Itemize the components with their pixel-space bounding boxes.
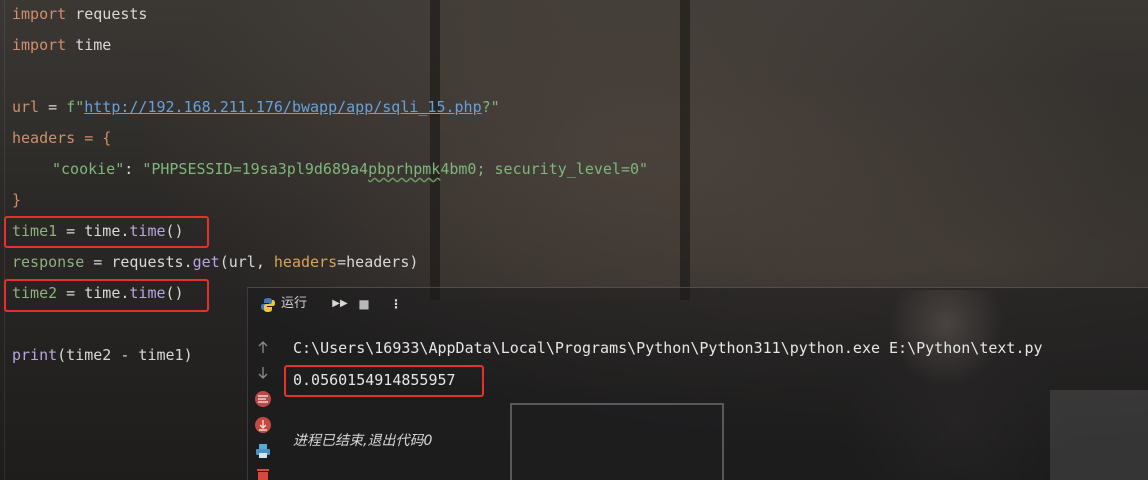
variable: url (12, 98, 40, 116)
python-icon (260, 297, 276, 313)
variable: response (12, 253, 85, 271)
keyword: import (12, 5, 67, 23)
background-window (430, 0, 690, 300)
run-side-toolbar (248, 324, 278, 480)
delete-icon[interactable] (254, 467, 272, 480)
code-text: = { (75, 129, 112, 147)
code-text: : (124, 160, 143, 178)
highlight-output (284, 365, 484, 397)
console-command-line: C:\Users\16933\AppData\Local\Programs\Py… (293, 339, 1043, 357)
background-monitor (510, 403, 724, 480)
run-tab-label[interactable]: 运行 (281, 294, 307, 314)
code-line-5[interactable]: headers = { (12, 126, 111, 150)
code-text: - time1) (120, 346, 193, 364)
code-text: requests (66, 5, 148, 23)
code-line-9[interactable]: response = requests.get(url, headers=hea… (12, 250, 418, 274)
code-line-12[interactable]: print(time2 - time1) (12, 343, 193, 367)
string: ?" (481, 98, 500, 116)
code-text: } (12, 191, 22, 209)
stop-icon[interactable]: ■ (356, 296, 372, 312)
parameter: headers (273, 253, 338, 271)
code-text: = (39, 98, 67, 116)
run-toolbar: 运行 ▶▶ ■ ⋮ (248, 288, 1148, 318)
soft-wrap-icon[interactable] (254, 390, 272, 408)
highlight-time1 (4, 216, 209, 248)
string: "PHPSESSID=19sa3pl9d689a4 (142, 160, 369, 178)
url-link[interactable]: http://192.168.211.176/bwapp/app/sqli_15… (84, 98, 481, 116)
code-line-2[interactable]: import time (12, 33, 111, 57)
scroll-to-end-icon[interactable] (254, 416, 272, 434)
code-line-4[interactable]: url = f"http://192.168.211.176/bwapp/app… (12, 95, 500, 119)
scroll-up-icon[interactable] (254, 338, 272, 356)
code-text: = requests. (84, 253, 193, 271)
function-call: print (12, 346, 58, 364)
string: "cookie" (52, 160, 125, 178)
code-line-1[interactable]: import requests (12, 2, 147, 26)
console-exit-message: 进程已结束,退出代码0 (293, 433, 433, 449)
string: f" (66, 98, 85, 116)
spelling-warning: pbprhpmk (368, 160, 441, 178)
code-text: =headers) (337, 253, 419, 271)
code-text: (time2 (57, 346, 121, 364)
scroll-down-icon[interactable] (254, 364, 272, 382)
print-icon[interactable] (254, 442, 272, 460)
variable: headers (12, 129, 76, 147)
code-line-6[interactable]: "cookie": "PHPSESSID=19sa3pl9d689a4pbprh… (52, 157, 648, 181)
code-text: (url, (219, 253, 274, 271)
rerun-icon[interactable]: ▶▶ (332, 296, 348, 312)
code-line-7[interactable]: } (12, 188, 21, 212)
string: 4bm0; security_level=0" (440, 160, 649, 178)
function-call: get (192, 253, 220, 271)
keyword: import (12, 36, 67, 54)
more-icon[interactable]: ⋮ (388, 296, 404, 312)
highlight-time2 (4, 279, 209, 312)
code-text: time (66, 36, 112, 54)
